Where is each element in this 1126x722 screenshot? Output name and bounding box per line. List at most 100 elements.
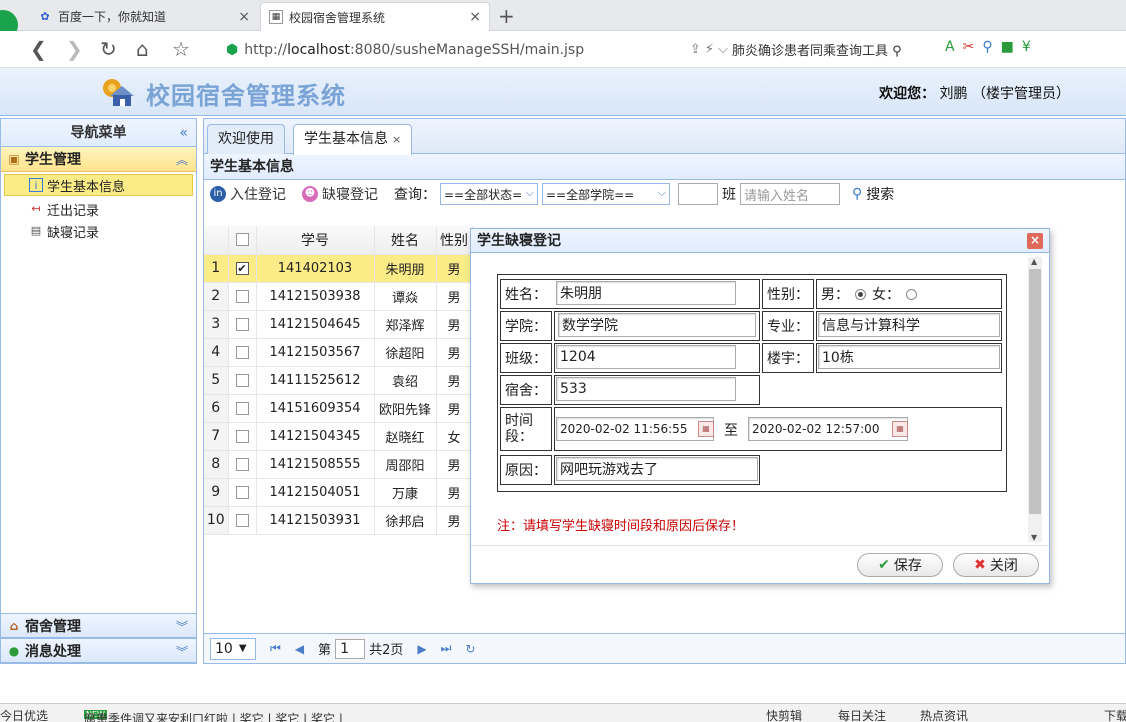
- male-radio[interactable]: [855, 288, 866, 300]
- dialog-scrollbar[interactable]: ▲ ▼: [1028, 257, 1042, 542]
- address-bar[interactable]: ⬢ http://localhost:8080/susheManageSSH/m…: [226, 36, 728, 63]
- row-checkbox-cell[interactable]: [228, 422, 257, 451]
- sidebar-item-student-info[interactable]: i 学生基本信息: [4, 174, 193, 196]
- scroll-up-icon[interactable]: ▲: [1031, 257, 1037, 266]
- close-button[interactable]: ✖ 关闭: [953, 553, 1039, 577]
- row-checkbox-cell[interactable]: [228, 450, 257, 479]
- new-tab-button[interactable]: +: [498, 4, 515, 28]
- reason-field[interactable]: 网吧玩游戏去了: [556, 457, 758, 481]
- browser-search-box[interactable]: 肺炎确诊患者同乘查询工具 ⚲: [732, 40, 927, 59]
- wallet-icon[interactable]: ¥: [1022, 39, 1039, 55]
- status-hot[interactable]: 热点资讯: [920, 707, 968, 722]
- female-radio[interactable]: [906, 288, 917, 300]
- sidebar-item-moveout[interactable]: ↤ 迁出记录: [1, 198, 196, 220]
- table-row[interactable]: 9 14121504051 万康男: [204, 478, 473, 507]
- college-select[interactable]: ==全部学院== ⌵: [542, 183, 670, 205]
- checkbox[interactable]: [235, 485, 249, 499]
- row-checkbox-cell[interactable]: [228, 338, 257, 367]
- select-all-checkbox[interactable]: [228, 226, 257, 255]
- sidebar-group-msg[interactable]: ● 消息处理 ︾: [1, 638, 196, 663]
- collapse-icon[interactable]: «: [179, 119, 188, 147]
- gamepad-icon[interactable]: ■: [1001, 39, 1022, 55]
- calendar-icon[interactable]: ▦: [892, 421, 908, 437]
- checkbox[interactable]: [235, 373, 249, 387]
- status-daily[interactable]: 每日关注: [838, 707, 886, 722]
- row-checkbox-cell[interactable]: [228, 478, 257, 507]
- table-row[interactable]: 1 ✔ 141402103 朱明朋男: [204, 254, 473, 283]
- table-row[interactable]: 3 14121504645 郑泽辉男: [204, 310, 473, 339]
- absence-button[interactable]: ☻ 缺寝登记: [302, 184, 378, 204]
- checkbox[interactable]: [235, 457, 249, 471]
- table-row[interactable]: 8 14121508555 周邵阳男: [204, 450, 473, 479]
- forward-icon[interactable]: ❯: [66, 37, 83, 61]
- name-field[interactable]: 朱明朋: [556, 281, 736, 305]
- row-checkbox-cell[interactable]: ✔: [228, 254, 257, 283]
- status-download[interactable]: 下载: [1104, 707, 1126, 722]
- chevron-down-icon[interactable]: ︾: [176, 643, 188, 660]
- sidebar-item-absence[interactable]: ▤ 缺寝记录: [1, 220, 196, 242]
- end-time-field[interactable]: 2020-02-02 12:57:00: [748, 417, 908, 441]
- table-row[interactable]: 7 14121504345 赵晓红女: [204, 422, 473, 451]
- table-row[interactable]: 10 14121503931 徐邦启男: [204, 506, 473, 535]
- star-icon[interactable]: ☆: [172, 37, 190, 61]
- tab-student-info[interactable]: 学生基本信息 ×: [293, 124, 413, 155]
- translate-icon[interactable]: A: [945, 39, 963, 55]
- checkbox[interactable]: ✔: [235, 261, 249, 275]
- checkbox[interactable]: [235, 317, 249, 331]
- checkin-button[interactable]: in 入住登记: [210, 184, 286, 204]
- prev-page-icon[interactable]: ◀: [295, 642, 304, 656]
- browser-tab-baidu[interactable]: ✿ 百度一下，你就知道 ×: [30, 2, 258, 31]
- page-number-input[interactable]: 1: [335, 638, 366, 659]
- checkbox[interactable]: [235, 401, 249, 415]
- column-header-name[interactable]: 姓名: [374, 226, 437, 255]
- major-field[interactable]: 信息与计算科学: [818, 313, 1000, 337]
- table-row[interactable]: 5 14111525612 袁绍男: [204, 366, 473, 395]
- class-field[interactable]: 1204: [556, 345, 736, 369]
- row-checkbox-cell[interactable]: [228, 282, 257, 311]
- close-icon[interactable]: ×: [1027, 233, 1043, 249]
- search-button[interactable]: ⚲ 搜索: [852, 184, 894, 204]
- class-input[interactable]: [678, 183, 718, 205]
- status-select[interactable]: ==全部状态= ⌵: [440, 183, 538, 205]
- status-clip[interactable]: 快剪辑: [766, 707, 802, 722]
- start-time-field[interactable]: 2020-02-02 11:56:55: [556, 417, 714, 441]
- room-field[interactable]: 533: [556, 377, 736, 401]
- search-icon[interactable]: ⚲: [982, 39, 1000, 55]
- table-row[interactable]: 6 14151609354 欧阳先锋男: [204, 394, 473, 423]
- scrollbar-thumb[interactable]: [1029, 269, 1041, 514]
- chevron-down-icon[interactable]: ︾: [176, 618, 188, 635]
- checkbox[interactable]: [235, 345, 249, 359]
- share-icon[interactable]: ⇪ ⚡ ⌵: [690, 42, 728, 57]
- column-header-sex[interactable]: 性别: [436, 226, 473, 255]
- sidebar-group-dorm[interactable]: ⌂ 宿舍管理 ︾: [1, 613, 196, 638]
- checkbox[interactable]: [235, 513, 249, 527]
- save-button[interactable]: ✔ 保存: [857, 553, 943, 577]
- status-left[interactable]: 今日优选: [0, 707, 48, 722]
- college-field[interactable]: 数学学院: [558, 313, 756, 337]
- next-page-icon[interactable]: ▶: [417, 642, 426, 656]
- close-tab-icon[interactable]: ×: [238, 9, 250, 25]
- last-page-icon[interactable]: ⏭: [441, 641, 452, 656]
- chevron-up-icon[interactable]: ︽: [176, 151, 188, 168]
- name-search-input[interactable]: 请输入姓名: [740, 183, 840, 205]
- scroll-down-icon[interactable]: ▼: [1031, 533, 1037, 542]
- column-header-id[interactable]: 学号: [256, 226, 375, 255]
- page-size-select[interactable]: 10 ▼: [210, 637, 256, 660]
- back-icon[interactable]: ❮: [30, 37, 47, 61]
- home-icon[interactable]: ⌂: [136, 37, 149, 61]
- table-row[interactable]: 2 14121503938 谭焱男: [204, 282, 473, 311]
- close-icon[interactable]: ×: [392, 133, 401, 146]
- reload-icon[interactable]: ↻: [100, 37, 117, 61]
- row-checkbox-cell[interactable]: [228, 310, 257, 339]
- row-checkbox-cell[interactable]: [228, 394, 257, 423]
- checkbox[interactable]: [235, 289, 249, 303]
- search-icon[interactable]: ⚲: [892, 44, 902, 59]
- tab-welcome[interactable]: 欢迎使用: [207, 124, 285, 154]
- checkbox[interactable]: [235, 233, 249, 247]
- table-row[interactable]: 4 14121503567 徐超阳男: [204, 338, 473, 367]
- close-tab-icon[interactable]: ×: [469, 9, 481, 25]
- refresh-icon[interactable]: ↻: [465, 642, 475, 656]
- first-page-icon[interactable]: ⏮: [270, 641, 281, 656]
- scissors-icon[interactable]: ✂: [963, 39, 983, 55]
- building-field[interactable]: 10栋: [818, 345, 1000, 369]
